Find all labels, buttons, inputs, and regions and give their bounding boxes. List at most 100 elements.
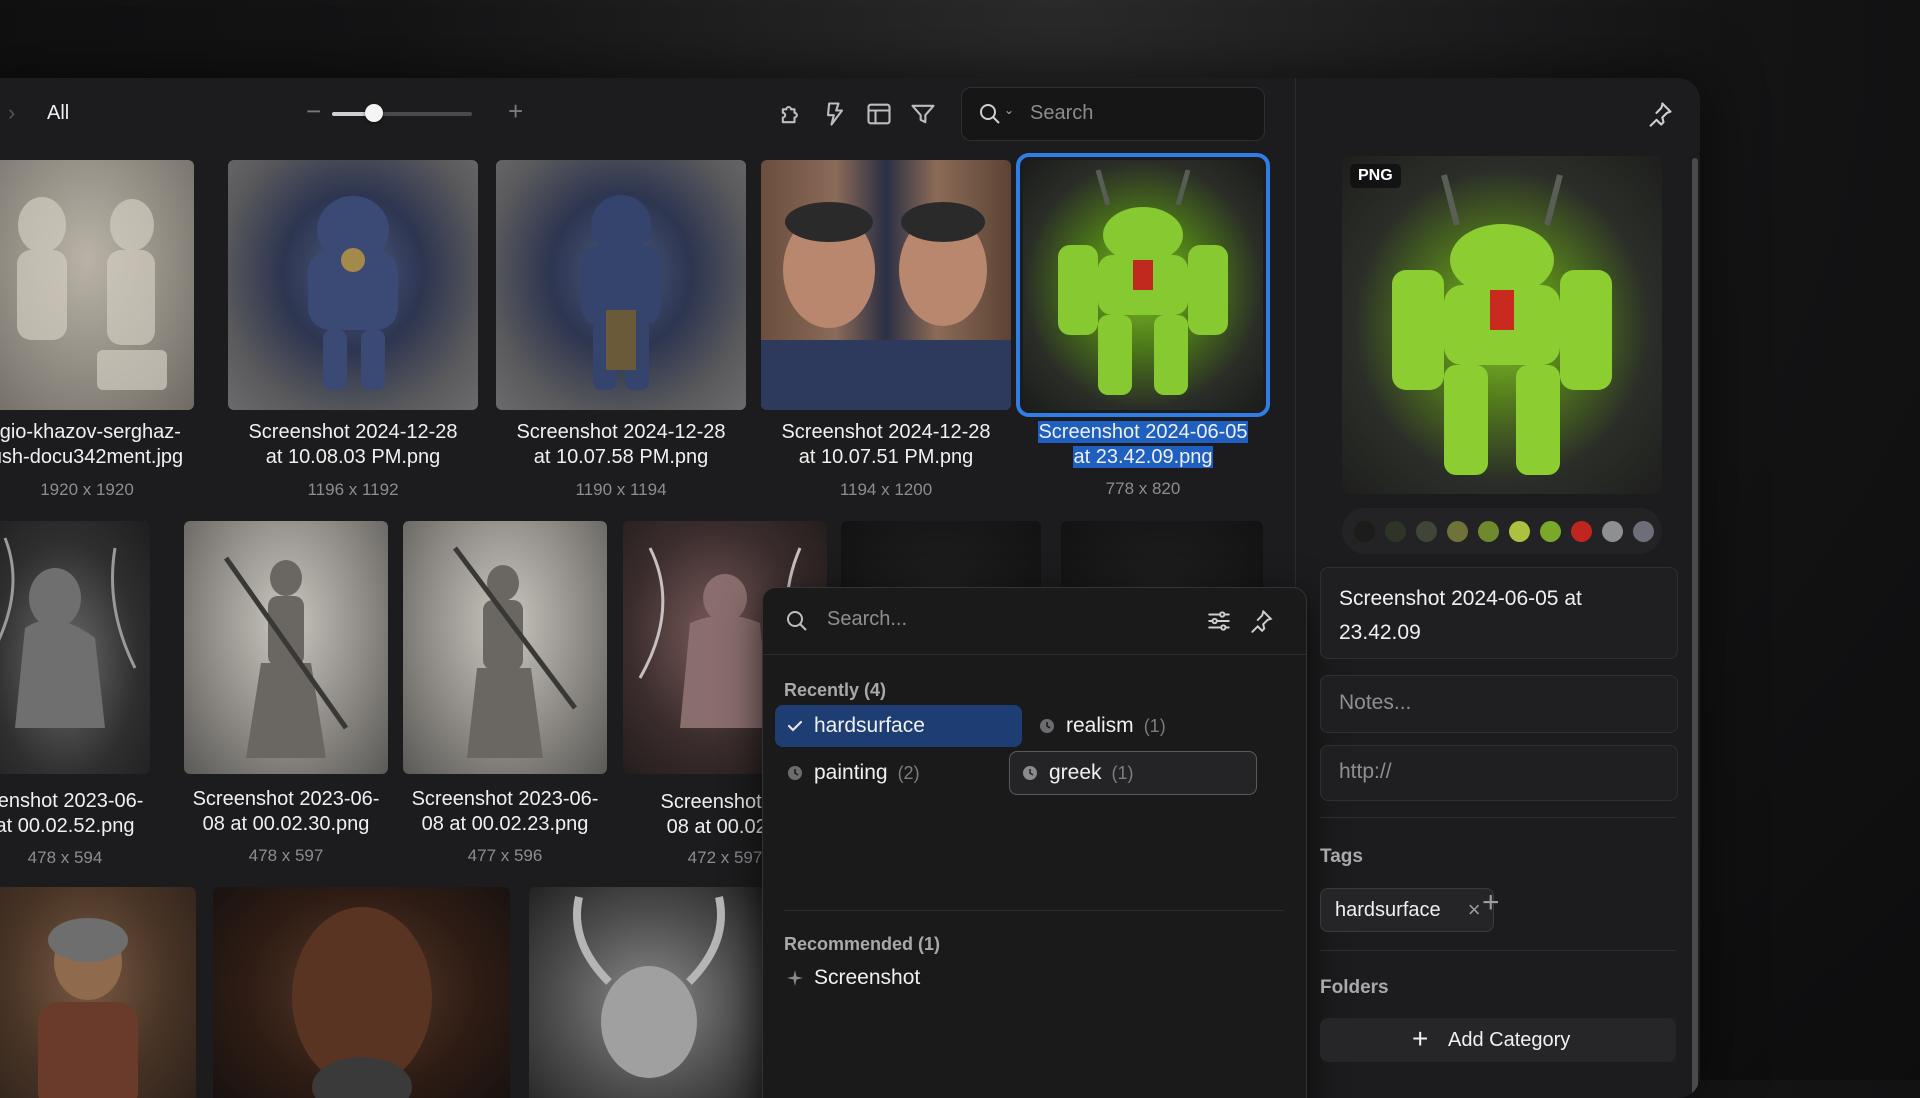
clock-icon — [788, 766, 802, 780]
chevron-down-icon[interactable]: ⌄ — [1004, 103, 1014, 117]
layout-icon[interactable] — [865, 100, 893, 128]
thumbnail[interactable] — [228, 160, 478, 410]
recent-tags-heading: Recently (4) — [784, 680, 887, 700]
tag-chip-screenshot[interactable]: Screenshot — [775, 957, 1022, 999]
tags-heading: Tags — [1320, 846, 1363, 867]
tag-chip-count: (2) — [897, 763, 920, 783]
thumbnail-dimensions: 478 x 594 — [27, 848, 103, 867]
pin-icon[interactable] — [1248, 608, 1274, 634]
zoom-out-button[interactable]: − — [306, 96, 321, 127]
thumbnail-dimensions: 778 x 820 — [1105, 479, 1181, 498]
scrollbar[interactable] — [1692, 158, 1698, 1098]
sparkle-icon — [787, 970, 803, 986]
zoom-in-button[interactable]: + — [508, 96, 523, 127]
extension-icon[interactable] — [777, 100, 805, 128]
zoom-slider[interactable] — [332, 112, 472, 116]
pin-icon[interactable] — [1646, 100, 1674, 128]
toolbar: › All − + ⌄ Search — [0, 78, 1295, 158]
title-field[interactable]: Screenshot 2024-06-05 at 23.42.09 — [1320, 567, 1678, 659]
color-swatch[interactable] — [1602, 521, 1623, 542]
thumbnail-title: Screenshot 2023-06- 08 at 00.02.23.png — [411, 788, 599, 835]
notes-placeholder: Notes... — [1339, 691, 1412, 714]
color-swatch[interactable] — [1540, 521, 1561, 542]
tag-chip-label: painting — [814, 761, 888, 784]
notes-field[interactable]: Notes... — [1320, 675, 1678, 733]
thumbnail-title-selected[interactable]: Screenshot 2024-06-05 at 23.42.09.png — [1023, 420, 1263, 470]
clock-icon — [1040, 719, 1054, 733]
divider — [1320, 817, 1676, 818]
thumbnail[interactable] — [184, 521, 388, 774]
tag-search-input[interactable]: Search... — [763, 588, 1306, 655]
thumbnail-selected[interactable] — [1016, 153, 1270, 417]
thumbnail-title: Screenshot 2023-06- 08 at 00.02.30.png — [192, 788, 380, 835]
search-icon — [787, 611, 807, 631]
thumbnail-dimensions: 478 x 597 — [248, 846, 324, 865]
tag-chip-greek[interactable]: greek (1) — [1009, 751, 1257, 795]
search-input[interactable]: ⌄ Search — [961, 87, 1265, 141]
tag-pill[interactable]: hardsurface × — [1320, 888, 1494, 932]
divider — [784, 910, 1284, 911]
color-swatch[interactable] — [1416, 521, 1437, 542]
thumbnail[interactable] — [761, 160, 1011, 410]
thumbnail-dimensions: 1194 x 1200 — [839, 480, 933, 499]
thumbnail-dimensions: 1920 x 1920 — [40, 480, 134, 499]
tag-chip-label: Screenshot — [814, 966, 921, 989]
color-swatch[interactable] — [1571, 521, 1592, 542]
tag-popover: Search... Recently (4) hardsurface reali… — [762, 587, 1307, 1098]
color-swatch[interactable] — [1447, 521, 1468, 542]
recommended-tags-heading: Recommended (1) — [784, 934, 941, 954]
color-swatch[interactable] — [1354, 521, 1375, 542]
thumbnail[interactable] — [0, 887, 196, 1098]
color-swatch[interactable] — [1633, 521, 1654, 542]
thumbnail-dimensions: 477 x 596 — [467, 846, 543, 865]
search-icon — [980, 104, 1000, 124]
thumbnail-dimensions: 1190 x 1194 — [575, 480, 667, 499]
zoom-slider-handle[interactable] — [365, 104, 383, 122]
thumbnail[interactable] — [403, 521, 607, 774]
tag-chip-hardsurface[interactable]: hardsurface — [775, 705, 1022, 747]
search-placeholder: Search — [1030, 102, 1094, 124]
tag-chip-painting[interactable]: painting (2) — [775, 752, 1022, 794]
add-category-label: Add Category — [1448, 1029, 1571, 1051]
url-placeholder: http:// — [1339, 760, 1392, 783]
clock-icon — [1023, 766, 1037, 780]
thumbnail-title: Screenshot 2024-12-28 at 10.08.03 PM.png — [248, 421, 458, 468]
chevron-right-icon[interactable]: › — [8, 100, 15, 126]
thumbnail[interactable] — [0, 521, 150, 774]
thumbnail-title: rgio-khazov-serghaz- ush-docu342ment.jpg — [0, 421, 184, 468]
plus-icon: + — [1412, 1023, 1429, 1054]
add-tag-button[interactable]: + — [1482, 886, 1500, 920]
image-preview[interactable]: PNG — [1342, 156, 1662, 494]
color-swatch[interactable] — [1385, 521, 1406, 542]
thumbnail[interactable] — [529, 887, 769, 1098]
add-category-button[interactable]: + Add Category — [1320, 1018, 1676, 1062]
breadcrumb[interactable]: All — [47, 102, 69, 125]
thumbnail-title: Screenshot 2024-12-28 at 10.07.51 PM.png — [781, 421, 991, 468]
tag-chip-count: (1) — [1143, 716, 1166, 736]
close-icon[interactable]: × — [1468, 889, 1481, 931]
tag-search-placeholder: Search... — [827, 608, 908, 630]
bolt-icon[interactable] — [821, 100, 849, 128]
thumbnail-title: eenshot 2023-06- at 00.02.52.png — [0, 790, 144, 837]
check-icon — [787, 720, 803, 732]
sliders-icon[interactable] — [1206, 608, 1232, 634]
color-palette — [1342, 508, 1662, 554]
url-field[interactable]: http:// — [1320, 745, 1678, 801]
thumbnail-dimensions: 1196 x 1192 — [307, 480, 399, 499]
thumbnail-title: Screenshot 2024-12-28 at 10.07.58 PM.png — [516, 421, 726, 468]
filter-icon[interactable] — [909, 100, 937, 128]
inspector-panel: PNG Screenshot 2024-06-05 at 23.42.09 No… — [1296, 78, 1700, 1098]
tag-chip-label: hardsurface — [814, 714, 925, 737]
thumbnail[interactable] — [0, 160, 194, 410]
color-swatch[interactable] — [1478, 521, 1499, 542]
tag-pill-label: hardsurface — [1335, 899, 1441, 921]
tag-chip-realism[interactable]: realism (1) — [1027, 705, 1275, 747]
divider — [1320, 950, 1676, 951]
color-swatch[interactable] — [1509, 521, 1530, 542]
thumbnail[interactable] — [213, 887, 510, 1098]
app-window: › All − + ⌄ Search rgio-khazov-serghaz- … — [0, 78, 1700, 1098]
thumbnail[interactable] — [496, 160, 746, 410]
title-value: Screenshot 2024-06-05 at 23.42.09 — [1339, 587, 1582, 644]
format-badge: PNG — [1350, 164, 1401, 188]
tag-chip-count: (1) — [1111, 763, 1134, 783]
